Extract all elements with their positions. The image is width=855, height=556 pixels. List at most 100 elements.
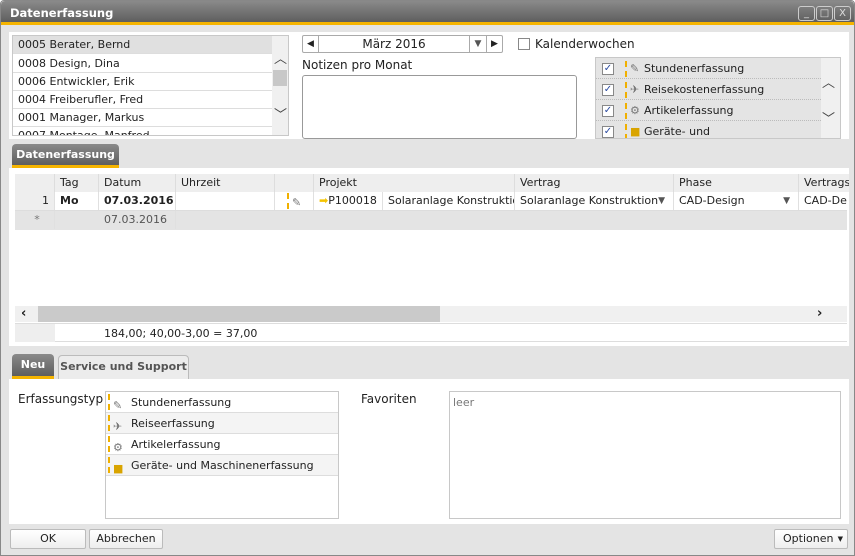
scroll-thumb[interactable] [273, 70, 287, 86]
employee-item[interactable]: 0001 Manager, Markus [13, 109, 272, 127]
notes-textarea[interactable] [302, 75, 577, 139]
employee-scrollbar[interactable]: ︿ ﹀ [272, 36, 288, 135]
pencil-icon: ✎ [108, 394, 124, 412]
scroll-down-icon[interactable]: ﹀ [274, 104, 287, 123]
dropdown-icon[interactable]: ▼ [658, 192, 665, 210]
next-month-icon[interactable]: ▶ [486, 36, 502, 52]
notes-label: Notizen pro Monat [302, 58, 413, 72]
cell-projekt[interactable]: ➡P100018 [314, 192, 383, 210]
pencil-icon: ✎ [625, 61, 641, 77]
col-icon[interactable] [275, 174, 314, 192]
grid-header: Tag Datum Uhrzeit Projekt Vertrag Phase … [15, 174, 849, 192]
dropdown-icon[interactable]: ▼ [783, 192, 790, 210]
type-filter-item[interactable]: ✓ ✎ Stundenerfassung [596, 58, 821, 79]
options-label: Optionen [783, 532, 834, 545]
cell-uhrzeit[interactable] [176, 192, 275, 210]
scroll-right-icon[interactable]: › [817, 306, 822, 321]
kalenderwochen-checkbox[interactable] [518, 38, 530, 50]
tab-neu[interactable]: Neu [12, 354, 54, 379]
employee-item[interactable]: 0007 Montage, Manfred [13, 127, 272, 135]
col-vertrag[interactable]: Vertrag [515, 174, 674, 192]
type-checkbox[interactable]: ✓ [602, 63, 614, 75]
erfassungstyp-item[interactable]: ✎ Stundenerfassung [106, 392, 338, 413]
cell-type[interactable]: ✎ [275, 192, 314, 210]
cell-datum[interactable]: 07.03.2016 [99, 211, 176, 229]
chevron-down-icon: ▼ [837, 535, 843, 543]
col-phase[interactable]: Phase [674, 174, 799, 192]
grid-panel: Tag Datum Uhrzeit Projekt Vertrag Phase … [9, 168, 849, 346]
month-value[interactable]: März 2016 [319, 36, 469, 52]
tab-datenerfassung[interactable]: Datenerfassung [12, 144, 119, 168]
prev-month-icon[interactable]: ◀ [303, 36, 319, 52]
ok-button[interactable]: OK [10, 529, 86, 549]
type-label: Reisekostenerfassung [644, 83, 765, 96]
scroll-down-icon[interactable]: ﹀ [822, 108, 835, 127]
tab-service-und-support[interactable]: Service und Support [58, 355, 189, 379]
window-title: Datenerfassung [10, 6, 114, 20]
close-button[interactable]: X [834, 6, 851, 21]
month-dropdown-icon[interactable]: ▼ [469, 36, 486, 52]
type-filter-item[interactable]: ✓ ■Geräte- und Maschinenerfassung [596, 121, 821, 138]
favoriten-label: Favoriten [361, 392, 417, 406]
erfassungstyp-label: Erfassungstyp [18, 392, 104, 406]
col-tag[interactable]: Tag [55, 174, 99, 192]
erfassungstyp-list: ✎ Stundenerfassung ✈ Reiseerfassung ⚙ Artik… [105, 391, 339, 519]
employee-list: 0005 Berater, Bernd 0008 Design, Dina 00… [12, 35, 289, 136]
kalenderwochen-label: Kalenderwochen [535, 37, 635, 51]
cell-projekt-name: Solaranlage Konstruktion [383, 192, 515, 210]
col-projekt[interactable]: Projekt [314, 174, 515, 192]
type-checkbox[interactable]: ✓ [602, 84, 614, 96]
employee-item[interactable]: 0004 Freiberufler, Fred [13, 91, 272, 109]
plane-icon: ✈ [108, 415, 124, 433]
gear-icon: ⚙ [108, 436, 124, 454]
cell-vertrag[interactable]: Solaranlage Konstruktion ▼ [515, 192, 674, 210]
cell-datum[interactable]: 07.03.2016 [99, 192, 176, 210]
projekt-number: P100018 [328, 194, 377, 207]
erfassungstyp-item[interactable]: ✈ Reiseerfassung [106, 413, 338, 434]
plane-icon: ✈ [625, 82, 641, 98]
erfassungstyp-item[interactable]: ■ Geräte- und Maschinenerfassung [106, 455, 338, 476]
options-button[interactable]: Optionen ▼ [774, 529, 848, 549]
cell-tag[interactable]: Mo [55, 192, 99, 210]
col-uhrzeit[interactable]: Uhrzeit [176, 174, 275, 192]
item-label: Artikelerfassung [131, 438, 221, 451]
arrow-right-icon: ➡ [319, 194, 329, 207]
type-filter-item[interactable]: ✓ ✈ Reisekostenerfassung [596, 79, 821, 100]
employee-item[interactable]: 0008 Design, Dina [13, 55, 272, 73]
month-selector[interactable]: ◀ März 2016 ▼ ▶ [302, 35, 503, 53]
maximize-button[interactable]: □ [816, 6, 833, 21]
scroll-up-icon[interactable]: ︿ [822, 72, 835, 91]
col-datum[interactable]: Datum [99, 174, 176, 192]
item-label: Reiseerfassung [131, 417, 215, 430]
horizontal-scrollbar[interactable]: ‹ › [15, 306, 847, 322]
type-checkbox[interactable]: ✓ [602, 126, 614, 138]
machine-icon: ■ [108, 457, 124, 475]
table-row-new[interactable]: * 07.03.2016 [15, 211, 847, 230]
type-label: Geräte- und Maschinenerfassung [644, 125, 711, 138]
summary-rownum [15, 324, 55, 342]
type-filter-list: ✓ ✎ Stundenerfassung ✓ ✈ Reisekostenerfassun… [595, 57, 841, 139]
erfassungstyp-item[interactable]: ⚙ Artikelerfassung [106, 434, 338, 455]
row-number: 1 [15, 192, 55, 210]
table-row[interactable]: 1 Mo 07.03.2016 ✎ ➡P100018 Solaranlage K… [15, 192, 847, 211]
cell-vertrags[interactable]: CAD-De [799, 192, 849, 210]
phase-value: CAD-Design [679, 194, 745, 207]
dialog-window: Datenerfassung _ □ X 0005 Berater, Bernd… [0, 0, 855, 556]
type-checkbox[interactable]: ✓ [602, 105, 614, 117]
vertrag-value: Solaranlage Konstruktion [520, 194, 659, 207]
scroll-thumb[interactable] [38, 306, 440, 322]
type-filter-item[interactable]: ✓ ⚙ Artikelerfassung [596, 100, 821, 121]
item-label: Stundenerfassung [131, 396, 232, 409]
favoriten-list[interactable]: leer [449, 391, 841, 519]
summary-row: 184,00; 40,00-3,00 = 37,00 [15, 323, 847, 342]
scroll-left-icon[interactable]: ‹ [21, 306, 26, 321]
employee-item[interactable]: 0005 Berater, Bernd [13, 36, 272, 54]
minimize-button[interactable]: _ [798, 6, 815, 21]
cancel-button[interactable]: Abbrechen [89, 529, 163, 549]
scroll-up-icon[interactable]: ︿ [274, 48, 287, 67]
employee-item[interactable]: 0006 Entwickler, Erik [13, 73, 272, 91]
col-vertrags[interactable]: Vertrags [799, 174, 849, 192]
title-bar: Datenerfassung _ □ X [1, 1, 854, 25]
cell-phase[interactable]: CAD-Design ▼ [674, 192, 799, 210]
gear-icon: ⚙ [625, 103, 641, 119]
